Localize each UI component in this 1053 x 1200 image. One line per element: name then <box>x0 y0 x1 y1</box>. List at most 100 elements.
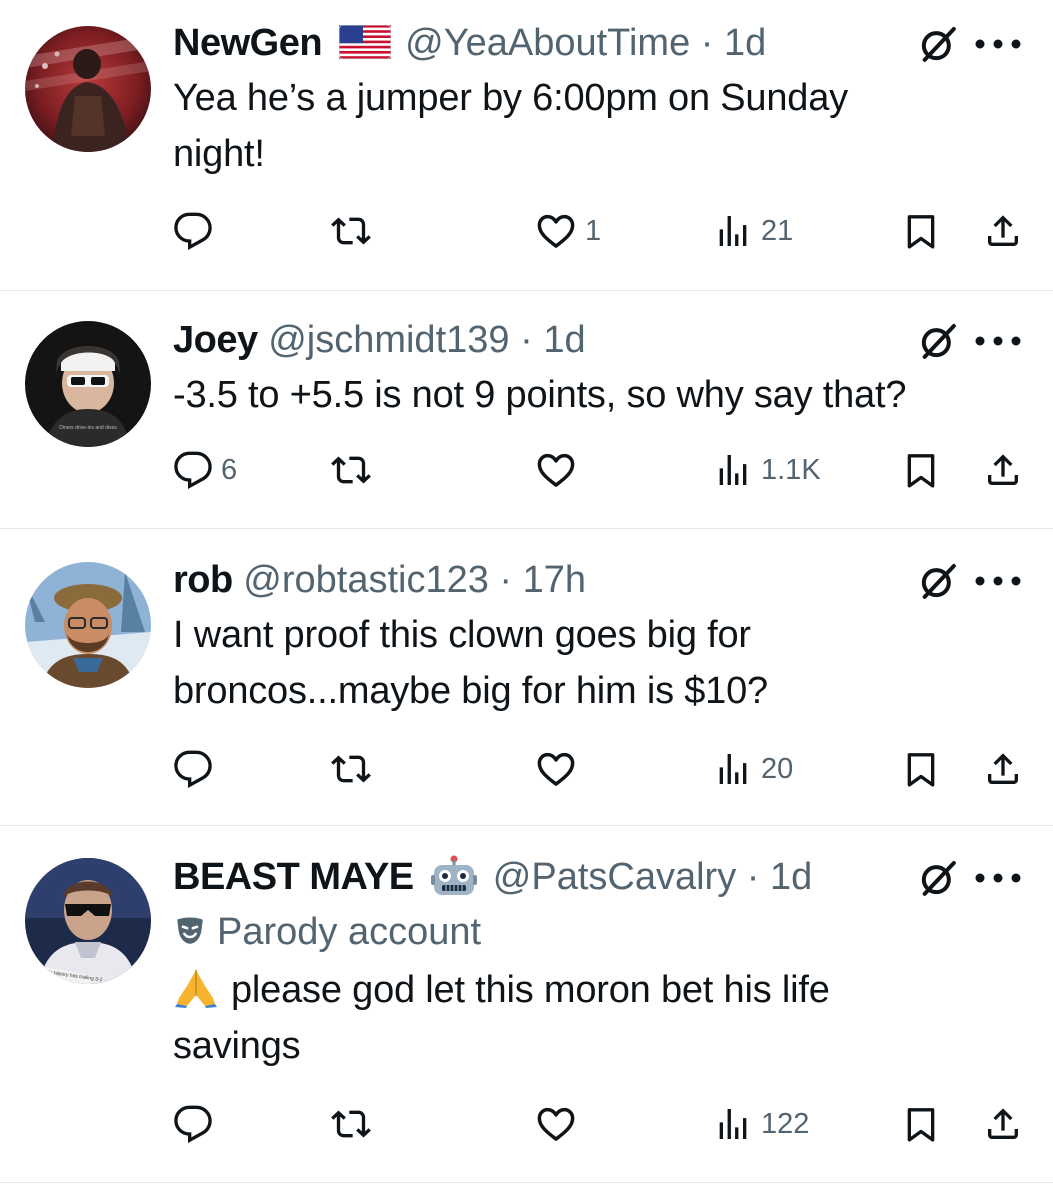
avatar[interactable]: Diners drive-ins and dives <box>25 321 151 447</box>
more-icon[interactable] <box>973 872 1023 884</box>
user-handle[interactable]: @YeaAboutTime <box>405 22 690 64</box>
folded-hands-icon <box>175 970 217 1008</box>
like-button[interactable] <box>535 446 585 494</box>
grok-icon[interactable] <box>918 321 958 361</box>
display-name[interactable]: BEAST MAYE <box>173 856 414 898</box>
views-icon <box>713 211 753 251</box>
user-handle[interactable]: @jschmidt139 <box>268 319 509 361</box>
display-name[interactable]: Joey <box>173 319 258 361</box>
views-button[interactable]: 20 <box>713 745 793 793</box>
tweet-actions: 122 <box>173 1100 1025 1148</box>
tweet-text-line: night! <box>173 133 265 175</box>
tweet-header: Joey @jschmidt139 · 1d <box>173 317 1023 363</box>
like-button[interactable] <box>535 1100 585 1148</box>
tweet-content: NewGen @YeaAboutTime · 1d Yea he’s a jum <box>173 20 1023 182</box>
timestamp[interactable]: 1d <box>724 22 766 64</box>
grok-icon[interactable] <box>918 858 958 898</box>
avatar[interactable] <box>25 562 151 688</box>
tweet-content: BEAST MAYE @PatsCavalry · 1d Parody acco… <box>173 854 1023 1074</box>
robot-icon <box>431 855 478 895</box>
avatar[interactable] <box>25 26 151 152</box>
tweet-actions: 1 21 <box>173 207 1025 255</box>
separator-dot: · <box>736 856 770 898</box>
tweet-content: Joey @jschmidt139 · 1d -3.5 to +5.5 is n… <box>173 317 1023 423</box>
bookmark-button[interactable] <box>901 745 941 793</box>
avatar-caption: Diners drive-ins and dives <box>59 425 117 431</box>
share-icon <box>983 450 1023 490</box>
reply-icon <box>173 450 213 490</box>
share-button[interactable] <box>983 207 1023 255</box>
display-name[interactable]: rob <box>173 559 233 601</box>
tweet-actions: 6 1.1K <box>173 446 1025 494</box>
more-icon[interactable] <box>973 38 1023 50</box>
views-count: 21 <box>761 214 794 247</box>
share-icon <box>983 749 1023 789</box>
reply-button[interactable] <box>173 745 221 793</box>
parody-mask-icon <box>177 917 203 944</box>
views-icon <box>713 1104 753 1144</box>
tweet-text-line-content: please god let this moron bet his life <box>231 969 830 1011</box>
tweet-joey[interactable]: Diners drive-ins and dives Joey @jschmid… <box>0 291 1053 529</box>
like-button[interactable]: 1 <box>535 207 601 255</box>
views-count: 122 <box>761 1107 810 1140</box>
views-button[interactable]: 21 <box>713 207 793 255</box>
like-count: 1 <box>585 214 602 247</box>
timestamp[interactable]: 1d <box>770 856 812 898</box>
share-button[interactable] <box>983 745 1023 793</box>
reply-icon <box>173 1104 213 1144</box>
tweet-text: -3.5 to +5.5 is not 9 points, so why say… <box>173 367 1023 423</box>
grok-icon[interactable] <box>918 561 958 601</box>
tweet-newgen[interactable]: NewGen @YeaAboutTime · 1d Yea he’s a jum <box>0 0 1053 291</box>
bookmark-button[interactable] <box>901 207 941 255</box>
tweet-header: rob @robtastic123 · 17h <box>173 557 1023 603</box>
grok-icon[interactable] <box>918 24 958 64</box>
share-button[interactable] <box>983 1100 1023 1148</box>
tweet-text-line: savings <box>173 1025 301 1067</box>
like-icon <box>535 210 577 252</box>
separator-dot: · <box>690 22 724 64</box>
views-button[interactable]: 122 <box>713 1100 809 1148</box>
reply-button[interactable]: 6 <box>173 446 237 494</box>
tweet-beast-maye[interactable]: NBA Finals history has trailing 3-1 BEAS… <box>0 826 1053 1183</box>
parody-label-text: Parody account <box>217 911 482 953</box>
retweet-button[interactable] <box>331 446 379 494</box>
us-flag-icon <box>338 24 391 59</box>
bookmark-button[interactable] <box>901 1100 941 1148</box>
tweet-text-line: I want proof this clown goes big for <box>173 614 751 656</box>
tweet-text-line: broncos...maybe big for him is $10? <box>173 670 768 712</box>
user-handle[interactable]: @PatsCavalry <box>493 856 736 898</box>
avatar[interactable]: NBA Finals history has trailing 3-1 <box>25 858 151 984</box>
like-icon <box>535 449 577 491</box>
retweet-button[interactable] <box>331 1100 379 1148</box>
reply-button[interactable] <box>173 207 221 255</box>
tweet-actions: 20 <box>173 745 1025 793</box>
user-handle[interactable]: @robtastic123 <box>243 559 489 601</box>
more-icon[interactable] <box>973 575 1023 587</box>
tweet-header: NewGen @YeaAboutTime · 1d <box>173 20 1023 66</box>
reply-icon <box>173 211 213 251</box>
separator-dot: · <box>509 319 544 361</box>
reply-button[interactable] <box>173 1100 221 1148</box>
retweet-icon <box>331 749 371 789</box>
views-button[interactable]: 1.1K <box>713 446 821 494</box>
views-icon <box>713 450 753 490</box>
retweet-icon <box>331 1104 371 1144</box>
retweet-button[interactable] <box>331 745 379 793</box>
tweet-rob[interactable]: rob @robtastic123 · 17h I want proof thi… <box>0 529 1053 826</box>
views-icon <box>713 749 753 789</box>
bookmark-button[interactable] <box>901 446 941 494</box>
reply-icon <box>173 749 213 789</box>
like-button[interactable] <box>535 745 585 793</box>
more-icon[interactable] <box>973 335 1023 347</box>
parody-label: Parody account <box>173 906 1023 958</box>
share-icon <box>983 1104 1023 1144</box>
views-count: 20 <box>761 752 794 785</box>
bookmark-icon <box>901 450 941 490</box>
share-button[interactable] <box>983 446 1023 494</box>
display-name[interactable]: NewGen <box>173 22 323 64</box>
tweet-text-line: -3.5 to +5.5 is not 9 points, so why say… <box>173 374 907 416</box>
timestamp[interactable]: 1d <box>543 319 585 361</box>
tweet-text-line: Yea he’s a jumper by 6:00pm on Sunday <box>173 77 848 119</box>
timestamp[interactable]: 17h <box>523 559 586 601</box>
retweet-button[interactable] <box>331 207 379 255</box>
